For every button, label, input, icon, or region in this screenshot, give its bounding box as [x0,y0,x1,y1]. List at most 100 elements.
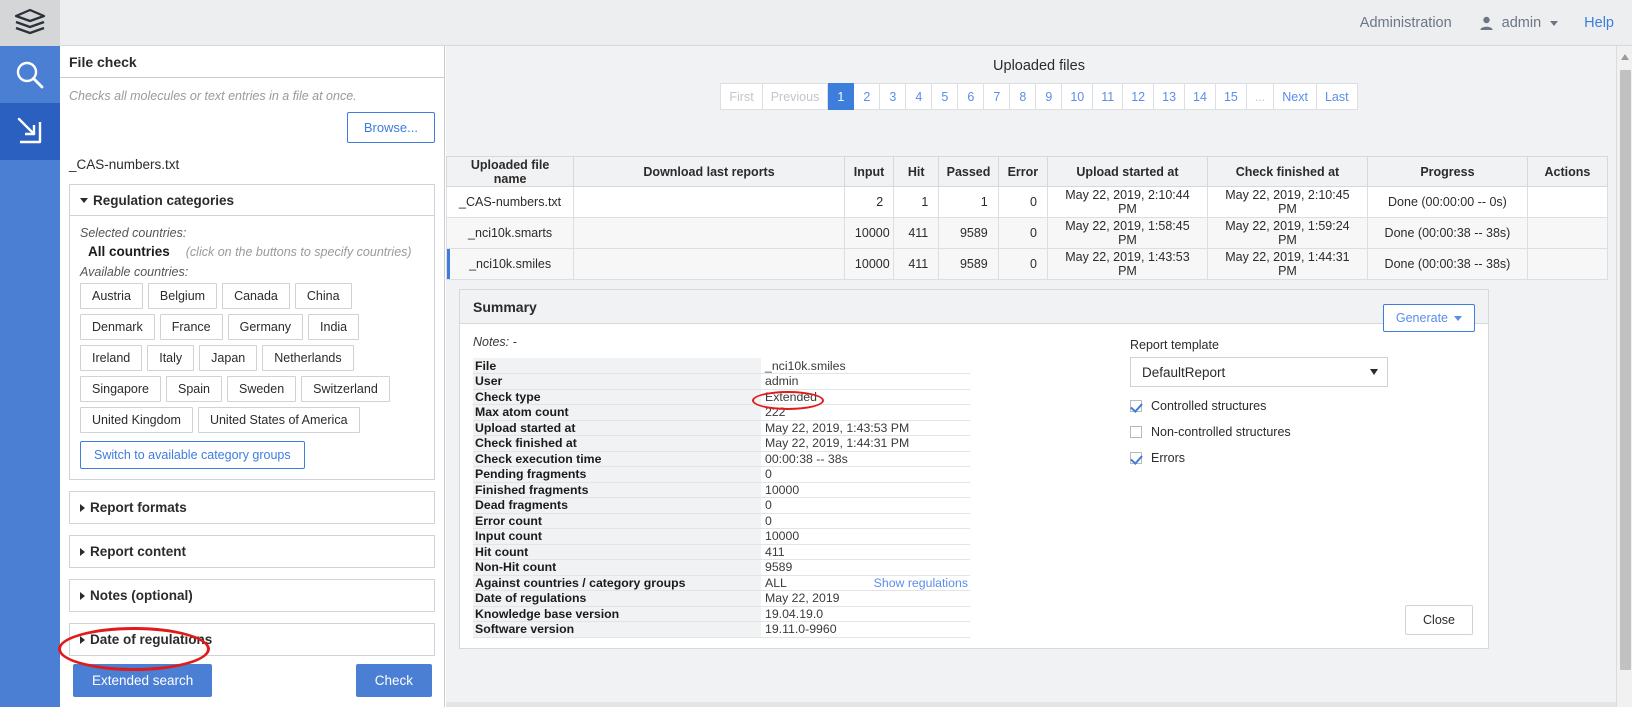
switch-category-groups-button[interactable]: Switch to available category groups [80,441,305,469]
pagination-page-7[interactable]: 7 [984,83,1010,110]
pagination-page-11[interactable]: 11 [1093,83,1123,110]
checkbox-icon[interactable] [1130,426,1142,438]
summary-detail-text: 10000 [765,483,799,497]
pagination-page-1[interactable]: 1 [828,83,854,110]
pagination-page-13[interactable]: 13 [1154,83,1185,110]
column-header[interactable]: Progress [1367,157,1527,187]
pagination-next[interactable]: Next [1274,83,1317,110]
table-row[interactable]: _CAS-numbers.txt2110May 22, 2019, 2:10:4… [447,187,1608,218]
rail-item-search[interactable] [0,46,60,103]
summary-detail-row: Pending fragments0 [473,467,970,483]
extended-search-button[interactable]: Extended search [73,664,212,697]
generate-button[interactable]: Generate [1383,304,1475,332]
report-options-list: Controlled structures Non-controlled stru… [1130,399,1475,465]
column-header[interactable]: Hit [894,157,939,187]
summary-card: Summary Notes: - File_nci10k.smilesUsera… [459,289,1489,649]
country-chip[interactable]: Singapore [80,376,161,402]
summary-detail-text: 9589 [765,560,792,574]
rail-item-file-check[interactable] [0,103,60,160]
checkbox-icon[interactable] [1130,452,1142,464]
column-header[interactable]: Download last reports [574,157,845,187]
country-chip[interactable]: Sweden [227,376,296,402]
cell-progress: Done (00:00:38 -- 38s) [1367,218,1527,249]
column-header[interactable]: Actions [1527,157,1607,187]
country-chip[interactable]: Spain [166,376,222,402]
pagination-page-14[interactable]: 14 [1185,83,1216,110]
user-menu[interactable]: admin [1478,15,1559,32]
summary-detail-row: Date of regulationsMay 22, 2019 [473,591,970,607]
cell-check-finished: May 22, 2019, 1:44:31 PM [1207,249,1367,280]
accordion-header[interactable]: Report formats [70,492,434,523]
accordion-header[interactable]: Notes (optional) [70,580,434,611]
country-chip[interactable]: Belgium [148,283,217,309]
vertical-scrollbar-thumb[interactable] [1620,70,1631,670]
column-header[interactable]: Passed [939,157,998,187]
country-chip[interactable]: China [295,283,352,309]
cell-upload-started: May 22, 2019, 1:58:45 PM [1047,218,1207,249]
country-chip[interactable]: India [308,314,359,340]
accordion-header-regulation-categories[interactable]: Regulation categories [70,185,434,216]
check-button[interactable]: Check [356,664,432,697]
pagination-page-3[interactable]: 3 [880,83,906,110]
pagination-page-2[interactable]: 2 [854,83,880,110]
accordion-header[interactable]: Date of regulations [70,624,434,655]
summary-detail-value: 0 [761,513,970,529]
summary-detail-text: May 22, 2019, 1:43:53 PM [765,421,909,435]
administration-link[interactable]: Administration [1360,15,1452,31]
selected-countries-value[interactable]: All countries [88,244,170,259]
table-row[interactable]: _nci10k.smiles1000041195890May 22, 2019,… [447,249,1608,280]
country-chip[interactable]: Ireland [80,345,142,371]
horizontal-scrollbar[interactable] [446,702,1616,707]
summary-detail-value: 0 [761,467,970,483]
checkbox-icon[interactable] [1130,400,1142,412]
country-chip[interactable]: Denmark [80,314,155,340]
scroll-up-arrow-icon[interactable] [1621,54,1629,60]
browse-button[interactable]: Browse... [347,112,435,143]
summary-detail-row: Input count10000 [473,529,970,545]
summary-detail-key: Input count [473,529,761,545]
summary-detail-text: 0 [765,467,772,481]
column-header[interactable]: Check finished at [1207,157,1367,187]
country-chip[interactable]: United Kingdom [80,407,193,433]
column-header[interactable]: Uploaded file name [447,157,574,187]
help-link[interactable]: Help [1584,15,1614,31]
pagination-page-12[interactable]: 12 [1123,83,1154,110]
report-option-row[interactable]: Errors [1130,451,1475,465]
pagination-page-15[interactable]: 15 [1216,83,1247,110]
pagination-wrap: FirstPrevious123456789101112131415...Nex… [446,83,1632,131]
country-chip[interactable]: Switzerland [301,376,390,402]
pagination-page-9[interactable]: 9 [1036,83,1062,110]
column-header[interactable]: Error [998,157,1047,187]
app-logo[interactable] [0,0,60,46]
report-option-row[interactable]: Controlled structures [1130,399,1475,413]
country-chip[interactable]: France [160,314,223,340]
column-header[interactable]: Upload started at [1047,157,1207,187]
report-option-row[interactable]: Non-controlled structures [1130,425,1475,439]
country-chip[interactable]: United States of America [198,407,360,433]
accordion-header[interactable]: Report content [70,536,434,567]
summary-detail-text: 0 [765,498,772,512]
cell-check-finished: May 22, 2019, 1:59:24 PM [1207,218,1367,249]
summary-detail-key: Upload started at [473,420,761,436]
pagination-page-5[interactable]: 5 [932,83,958,110]
summary-detail-value: 411 [761,544,970,560]
pagination-page-8[interactable]: 8 [1010,83,1036,110]
country-chip[interactable]: Japan [199,345,257,371]
report-template-select[interactable]: DefaultReport [1130,357,1388,387]
pagination-page-6[interactable]: 6 [958,83,984,110]
pagination-last[interactable]: Last [1317,83,1358,110]
pagination-page-10[interactable]: 10 [1062,83,1093,110]
summary-detail-row: Useradmin [473,374,970,390]
pagination-page-4[interactable]: 4 [906,83,932,110]
country-chip[interactable]: Italy [147,345,194,371]
table-row[interactable]: _nci10k.smarts1000041195890May 22, 2019,… [447,218,1608,249]
close-button[interactable]: Close [1405,605,1473,635]
country-chip[interactable]: Canada [222,283,290,309]
country-chip[interactable]: Germany [228,314,303,340]
country-chip[interactable]: Netherlands [262,345,353,371]
summary-detail-key: Date of regulations [473,591,761,607]
column-header[interactable]: Input [844,157,893,187]
vertical-scrollbar[interactable] [1616,46,1632,707]
country-chip[interactable]: Austria [80,283,143,309]
show-regulations-link[interactable]: Show regulations [874,576,968,590]
